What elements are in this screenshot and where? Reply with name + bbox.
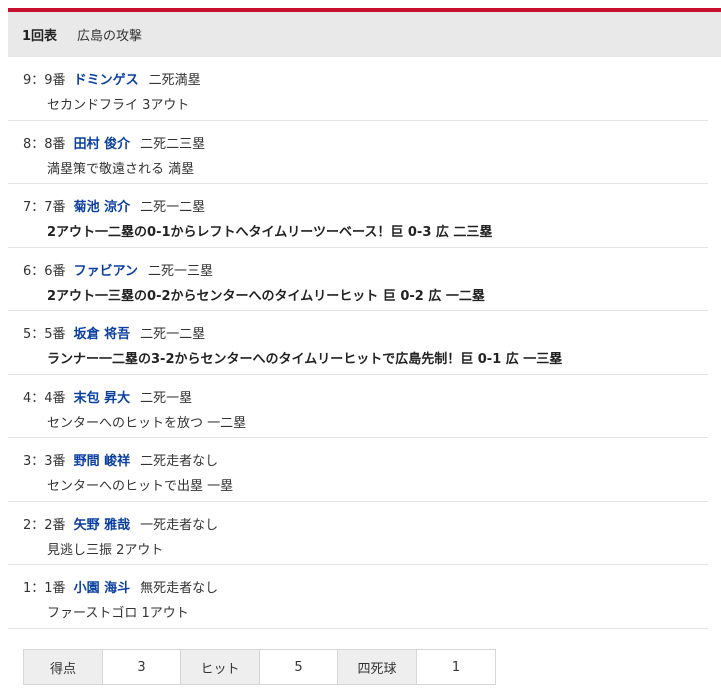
walks-value: 1	[417, 650, 495, 684]
batting-order: 9番	[44, 73, 66, 88]
batting-order: 6番	[44, 263, 66, 279]
attacking-team-label: 広島の攻撃	[77, 29, 143, 44]
batting-order: 3番	[44, 454, 66, 469]
play-row: 5：5番 坂倉 将吾 二死一二塁 ランナー一二塁の3-2からセンターへのタイムリーヒ…	[8, 311, 708, 375]
base-situation: 二死一三塁	[148, 263, 214, 279]
player-link[interactable]: 小園 海斗	[74, 581, 131, 596]
batting-order: 2番	[44, 517, 66, 533]
player-link[interactable]: 矢野 雅哉	[74, 518, 131, 533]
base-situation: 二死一二塁	[140, 200, 206, 215]
base-situation: 一死走者なし	[140, 517, 219, 533]
player-link[interactable]: 末包 昇大	[74, 391, 131, 406]
base-situation: 二死走者なし	[140, 454, 219, 469]
play-result: 見逃し三振 2アウト	[47, 542, 164, 558]
play-result: センターへのヒットで出塁 一塁	[47, 479, 234, 494]
player-link[interactable]: 菊池 涼介	[74, 200, 131, 215]
inning-header: 1回表 広島の攻撃	[8, 12, 721, 57]
player-link[interactable]: ファビアン	[74, 264, 138, 279]
hits-label: ヒット	[181, 650, 260, 684]
player-link[interactable]: 田村 俊介	[74, 137, 131, 152]
player-link[interactable]: 野間 峻祥	[74, 454, 131, 469]
play-result: ランナー一二塁の3-2からセンターへのタイムリーヒットで広島先制！巨 0-1 広…	[47, 352, 563, 367]
base-situation: 二死満塁	[148, 73, 201, 88]
batter-sequence: 2：	[23, 517, 45, 533]
play-row: 3：3番 野間 峻祥 二死走者なし センターへのヒットで出塁 一塁	[8, 438, 708, 502]
batting-order: 7番	[44, 200, 66, 215]
play-result: セカンドフライ 3アウト	[47, 98, 190, 113]
walks-label: 四死球	[338, 650, 417, 684]
batter-sequence: 9：	[23, 73, 45, 88]
batter-sequence: 7：	[23, 200, 45, 215]
batter-sequence: 3：	[23, 454, 45, 469]
batter-sequence: 4：	[23, 390, 45, 406]
play-row: 6：6番 ファビアン 二死一三塁 2アウト一三塁の0-2からセンターへのタイムリーヒ…	[8, 248, 708, 311]
play-result: 2アウト一二塁の0-1からレフトへタイムリーツーベース！巨 0-3 広 二三塁	[47, 225, 493, 240]
play-result: センターへのヒットを放つ 一二塁	[47, 415, 247, 431]
play-result: 2アウト一三塁の0-2からセンターへのタイムリーヒット 巨 0-2 広 一二塁	[47, 288, 485, 304]
play-list: 9：9番 ドミンゲス 二死満塁 セカンドフライ 3アウト 8：8番 田村 俊介 二死二三…	[8, 57, 708, 629]
base-situation: 二死二三塁	[140, 136, 206, 152]
play-result: 満塁策で敬遠される 満塁	[47, 161, 195, 177]
player-link[interactable]: 坂倉 将吾	[74, 327, 131, 342]
batting-order: 8番	[44, 136, 66, 152]
batting-order: 5番	[44, 327, 66, 342]
runs-value: 3	[103, 650, 181, 684]
inning-label: 1回表	[22, 29, 58, 44]
player-link[interactable]: ドミンゲス	[74, 73, 139, 88]
play-row: 9：9番 ドミンゲス 二死満塁 セカンドフライ 3アウト	[8, 57, 708, 121]
runs-label: 得点	[24, 650, 103, 684]
hits-value: 5	[260, 650, 338, 684]
play-row: 7：7番 菊池 涼介 二死一二塁 2アウト一二塁の0-1からレフトへタイムリーツーベ…	[8, 184, 708, 248]
play-row: 8：8番 田村 俊介 二死二三塁 満塁策で敬遠される 満塁	[8, 121, 708, 184]
batter-sequence: 6：	[23, 263, 45, 279]
inning-panel: 1回表 広島の攻撃 9：9番 ドミンゲス 二死満塁 セカンドフライ 3アウト 8：8…	[0, 0, 721, 694]
batting-order: 1番	[44, 581, 66, 596]
play-row: 2：2番 矢野 雅哉 一死走者なし 見逃し三振 2アウト	[8, 502, 708, 565]
inning-totals-table: 得点 3 ヒット 5 四死球 1	[23, 649, 496, 685]
base-situation: 二死一塁	[140, 390, 193, 406]
batter-sequence: 5：	[23, 327, 45, 342]
batter-sequence: 8：	[23, 136, 45, 152]
play-row: 4：4番 末包 昇大 二死一塁 センターへのヒットを放つ 一二塁	[8, 375, 708, 438]
base-situation: 二死一二塁	[140, 327, 206, 342]
batting-order: 4番	[44, 390, 66, 406]
play-result: ファーストゴロ 1アウト	[47, 606, 189, 621]
play-row: 1：1番 小園 海斗 無死走者なし ファーストゴロ 1アウト	[8, 565, 708, 629]
batter-sequence: 1：	[23, 581, 45, 596]
base-situation: 無死走者なし	[140, 581, 219, 596]
